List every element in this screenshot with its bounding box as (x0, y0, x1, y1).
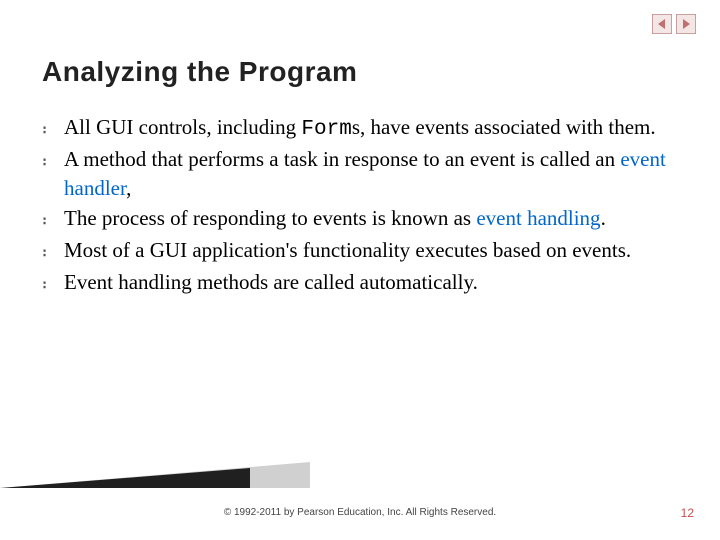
next-button[interactable] (676, 14, 696, 34)
bullet-icon: ։ (42, 269, 64, 294)
decorative-wedge-dark (0, 468, 250, 488)
prev-button[interactable] (652, 14, 672, 34)
page-number: 12 (681, 506, 694, 520)
list-item: ։ Event handling methods are called auto… (42, 269, 678, 299)
bullet-text: All GUI controls, including Forms, have … (64, 114, 678, 144)
slide: Analyzing the Program ։ All GUI controls… (0, 0, 720, 540)
bullet-text: The process of responding to events is k… (64, 205, 678, 235)
list-item: ։ A method that performs a task in respo… (42, 146, 678, 203)
list-item: ։ All GUI controls, including Forms, hav… (42, 114, 678, 144)
list-item: ։ The process of responding to events is… (42, 205, 678, 235)
list-item: ։ Most of a GUI application's functional… (42, 237, 678, 267)
bullet-icon: ։ (42, 237, 64, 262)
bullet-text: Event handling methods are called automa… (64, 269, 678, 299)
bullet-icon: ։ (42, 146, 64, 171)
bullet-text: Most of a GUI application's functionalit… (64, 237, 678, 267)
bullet-icon: ։ (42, 205, 64, 230)
bullet-icon: ։ (42, 114, 64, 139)
bullet-list: ։ All GUI controls, including Forms, hav… (42, 114, 678, 300)
triangle-right-icon (681, 19, 691, 29)
copyright-footer: © 1992-2011 by Pearson Education, Inc. A… (0, 507, 720, 518)
triangle-left-icon (657, 19, 667, 29)
slide-title: Analyzing the Program (42, 56, 357, 88)
nav-controls (652, 14, 696, 34)
bullet-text: A method that performs a task in respons… (64, 146, 678, 203)
